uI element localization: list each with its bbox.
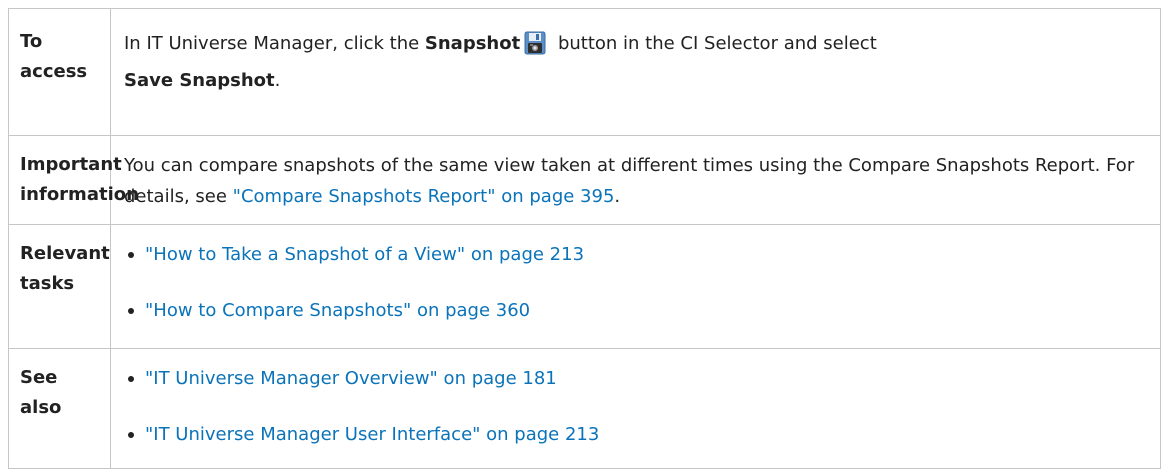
link-compare-snapshots-report[interactable]: "Compare Snapshots Report" on page 395: [233, 186, 615, 207]
list-item: "How to Take a Snapshot of a View" on pa…: [124, 239, 1150, 270]
see-also-list: "IT Universe Manager Overview" on page 1…: [124, 363, 1150, 450]
content-important-information: You can compare snapshots of the same vi…: [110, 135, 1161, 225]
bullet-icon: [128, 376, 134, 382]
access-text-before: In IT Universe Manager, click the: [124, 33, 425, 54]
link-compare-snapshots[interactable]: "How to Compare Snapshots" on page 360: [145, 300, 530, 321]
access-text-after: .: [274, 70, 281, 91]
row-to-access: To access In IT Universe Manager, click …: [8, 8, 1161, 136]
bullet-icon: [128, 252, 134, 258]
link-it-universe-manager-overview[interactable]: "IT Universe Manager Overview" on page 1…: [145, 368, 557, 389]
link-it-universe-manager-user-interface[interactable]: "IT Universe Manager User Interface" on …: [145, 424, 599, 445]
row-see-also: See also "IT Universe Manager Overview" …: [8, 348, 1161, 469]
save-snapshot-icon: [524, 31, 546, 65]
bullet-icon: [128, 432, 134, 438]
content-see-also: "IT Universe Manager Overview" on page 1…: [110, 348, 1161, 469]
row-relevant-tasks: Relevant tasks "How to Take a Snapshot o…: [8, 224, 1161, 349]
access-text-middle: button in the CI Selector and select: [552, 33, 877, 54]
label-relevant-tasks: Relevant tasks: [8, 224, 111, 349]
content-to-access: In IT Universe Manager, click the Snapsh…: [110, 8, 1161, 136]
label-to-access: To access: [8, 8, 111, 136]
relevant-tasks-list: "How to Take a Snapshot of a View" on pa…: [124, 239, 1150, 326]
row-important-information: Important information You can compare sn…: [8, 135, 1161, 225]
list-item: "How to Compare Snapshots" on page 360: [124, 295, 1150, 326]
label-see-also: See also: [8, 348, 111, 469]
link-take-snapshot-of-view[interactable]: "How to Take a Snapshot of a View" on pa…: [145, 244, 584, 265]
info-table: To access In IT Universe Manager, click …: [8, 8, 1161, 469]
label-important-information: Important information: [8, 135, 139, 225]
list-item: "IT Universe Manager User Interface" on …: [124, 419, 1150, 450]
bullet-icon: [128, 308, 134, 314]
important-text-after: .: [614, 186, 621, 207]
snapshot-bold: Snapshot: [424, 33, 521, 54]
content-relevant-tasks: "How to Take a Snapshot of a View" on pa…: [110, 224, 1161, 349]
save-snapshot-bold: Save Snapshot: [124, 70, 275, 91]
list-item: "IT Universe Manager Overview" on page 1…: [124, 363, 1150, 394]
